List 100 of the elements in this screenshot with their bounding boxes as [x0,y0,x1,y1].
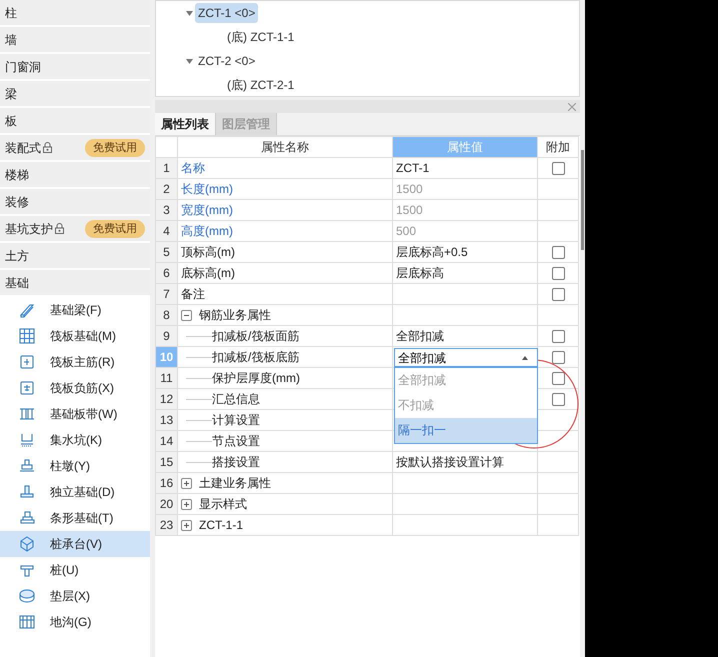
property-value: 按默认搭接设置计算 [396,455,504,469]
free-trial-badge[interactable]: 免费试用 [85,138,145,156]
tree-node[interactable]: (底) ZCT-2-1 [224,76,298,94]
checkbox[interactable] [552,393,564,406]
sidebar-category[interactable]: 柱 [0,0,150,25]
row-number[interactable]: 14 [156,430,178,452]
tree-node[interactable]: (底) ZCT-1-1 [224,28,298,46]
property-value: 全部扣减 [396,329,444,343]
property-value: 层底标高 [396,266,444,280]
checkbox[interactable] [552,267,564,280]
pit-icon [18,431,36,449]
expand-icon[interactable] [181,520,192,530]
row-number[interactable]: 9 [156,326,178,346]
property-name: 高度(mm) [181,223,233,240]
sidebar-category[interactable]: 门窗洞 [0,54,150,79]
property-name: 保护层厚度(mm) [212,370,300,387]
expand-arrow-icon[interactable] [186,10,193,16]
checkbox[interactable] [552,330,564,344]
grid-icon [18,327,36,345]
property-name: 土建业务属性 [199,475,271,492]
checkbox[interactable] [552,246,564,260]
sidebar-category[interactable]: 墙 [0,27,150,52]
property-name: 汇总信息 [212,391,260,408]
property-name: 名称 [181,160,205,177]
property-value: 500 [396,224,416,238]
category-label: 基坑支护 [5,220,53,238]
row-number[interactable]: 6 [156,262,178,284]
item-label: 柱墩(Y) [50,458,90,475]
item-label: 集水坑(K) [50,432,102,449]
sidebar-category[interactable]: 基坑支护 免费试用 [0,216,150,241]
row-number[interactable]: 16 [156,472,178,494]
column-header[interactable]: 附加 [538,136,578,158]
collapse-icon[interactable] [181,310,192,320]
item-label: 筏板负筋(X) [50,380,114,397]
dropdown-field[interactable]: 全部扣减 [394,348,538,367]
sidebar-category[interactable]: 板 [0,108,150,133]
row-number[interactable]: 13 [156,410,178,430]
disc-icon [18,587,36,605]
row-number[interactable]: 5 [156,242,178,262]
property-name: 底标高(m) [181,265,235,282]
item-label: 条形基础(T) [50,510,114,527]
property-name: 顶标高(m) [181,244,235,261]
item-label: 桩(U) [50,562,79,579]
scrollbar[interactable] [581,150,584,250]
category-label: 基础 [5,274,29,292]
free-trial-badge[interactable]: 免费试用 [85,220,145,238]
trench-icon [18,613,36,631]
close-icon[interactable] [568,102,576,110]
lock-icon [55,223,64,234]
category-label: 楼梯 [5,166,29,184]
property-name: 搭接设置 [212,454,260,471]
property-value: 1500 [396,203,423,217]
item-label: 筏板主筋(R) [50,354,115,371]
tree-node[interactable]: ZCT-2 <0> [195,51,258,71]
sidebar-category[interactable]: 装修 [0,189,150,214]
checkbox[interactable] [552,288,564,302]
item-label: 垫层(X) [50,588,90,605]
tree-node[interactable]: ZCT-1 <0> [195,3,258,23]
sidebar-category[interactable]: 装配式 免费试用 [0,135,150,160]
category-label: 装修 [5,194,29,210]
sidebar-category[interactable]: 基础 [0,270,150,295]
item-label: 独立基础(D) [50,484,115,501]
row-number[interactable]: 23 [156,514,178,536]
sidebar-category[interactable]: 土方 [0,243,150,268]
row-number[interactable]: 15 [156,452,178,472]
category-label: 墙 [5,32,17,48]
row-number[interactable]: 12 [156,388,178,410]
sidebar-category[interactable]: 梁 [0,81,150,106]
expand-icon[interactable] [181,478,192,488]
property-value: 1500 [396,182,423,196]
item-label: 筏板基础(M) [50,328,116,345]
item-label: 基础梁(F) [50,302,102,319]
category-label: 土方 [5,248,29,264]
category-label: 柱 [5,4,17,22]
tab[interactable]: 属性列表 [155,113,216,135]
column-header[interactable]: 属性名称 [178,136,392,158]
row-number[interactable]: 11 [156,368,178,388]
checkbox[interactable] [552,351,564,364]
property-value: 层底标高+0.5 [396,245,468,259]
property-name: 节点设置 [212,433,260,450]
category-label: 板 [5,112,17,130]
checkbox[interactable] [552,372,564,386]
property-value: ZCT-1 [396,161,430,175]
lock-icon [43,142,52,153]
row-number[interactable]: 20 [156,494,178,514]
row-number[interactable]: 1 [156,158,178,178]
property-name: 备注 [181,286,205,303]
property-name: 计算设置 [212,412,260,429]
sidebar-item[interactable]: 桩承台(V) [0,531,150,557]
category-label: 门窗洞 [5,58,41,76]
caret-icon [522,356,528,360]
property-name: 宽度(mm) [181,202,233,219]
row-number[interactable]: 7 [156,284,178,304]
sidebar-category[interactable]: 楼梯 [0,162,150,187]
checkbox[interactable] [552,162,564,176]
category-label: 梁 [5,86,17,102]
expand-icon[interactable] [181,498,192,510]
row-number[interactable]: 8 [156,304,178,326]
expand-arrow-icon[interactable] [186,58,193,64]
item-label: 桩承台(V) [50,536,102,553]
